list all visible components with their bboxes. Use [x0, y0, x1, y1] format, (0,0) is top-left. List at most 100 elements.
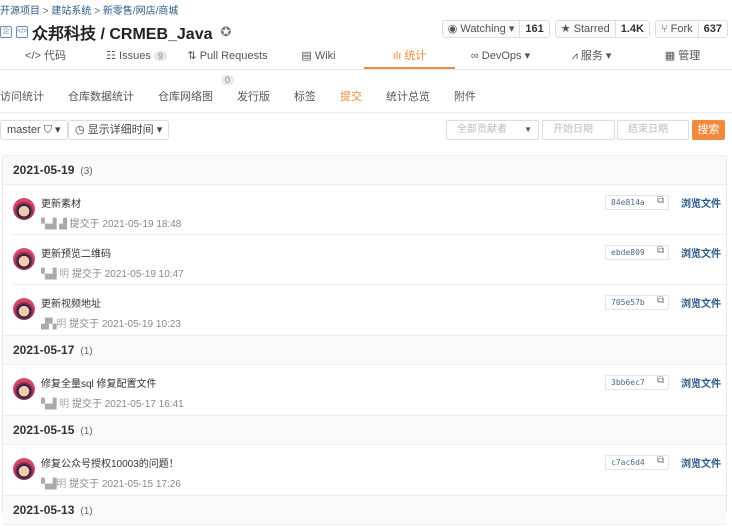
commit-time: 提交于 2021-05-19 18:48 [69, 219, 182, 230]
watch-count[interactable]: 161 [519, 21, 549, 37]
star-count[interactable]: 1.4K [614, 21, 649, 37]
commit-group-header: 2021-05-13 (1) [3, 495, 726, 525]
commit-row: 更新视频地址 ▟▚明 提交于 2021-05-19 10:23 705e57b … [3, 285, 726, 335]
fork-icon: ⑂ Fork [660, 23, 693, 35]
browse-files-link[interactable]: 浏览文件 [681, 375, 721, 390]
commit-message[interactable]: 修复全量sql 修复配置文件 [41, 375, 157, 390]
tab-pull-requests[interactable]: ⇅ Pull Requests 0 [182, 44, 273, 85]
wiki-icon: ▤ [301, 50, 315, 62]
browse-files-link[interactable]: 浏览文件 [681, 455, 721, 470]
commit-author[interactable]: ▚▟ ▟ [41, 219, 67, 230]
avatar[interactable] [13, 458, 35, 480]
end-date-input[interactable]: 结束日期 [617, 120, 689, 140]
breadcrumb-sep: > [42, 6, 49, 17]
group-date: 2021-05-13 [13, 503, 75, 517]
start-date-input[interactable]: 开始日期 [542, 120, 615, 140]
commit-time: 提交于 2021-05-19 10:47 [71, 269, 184, 280]
copy-icon[interactable]: ⧉ [657, 245, 664, 256]
fork-button[interactable]: ⑂ Fork 637 [654, 20, 728, 38]
commit-message[interactable]: 更新预览二维码 [41, 245, 111, 260]
commit-row: 修复全量sql 修复配置文件 ▚▟ 明 提交于 2021-05-17 16:41… [3, 365, 726, 415]
commit-message[interactable]: 更新视频地址 [41, 295, 101, 310]
commit-author[interactable]: ▚▟ 明 [41, 399, 69, 410]
issues-icon: ☷ [106, 50, 120, 62]
subnav-tags[interactable]: 标签 [294, 88, 316, 104]
breadcrumb: 开源项目 > 建站系统 > 新零售/网店/商城 [0, 2, 178, 17]
repo-header: 企 </> 众邦科技 / CRMEB_Java ✪ [0, 20, 231, 44]
commit-meta: ▚▟ ▟ 提交于 2021-05-19 18:48 [41, 215, 181, 230]
caret-down-icon: ▼ [524, 125, 532, 134]
fork-count[interactable]: 637 [697, 21, 727, 37]
subnav-network[interactable]: 仓库网络图 [158, 88, 213, 104]
tab-label: </> 代码 [25, 50, 66, 62]
tab-manage[interactable]: ▦ 管理 [637, 44, 728, 69]
commit-group-header: 2021-05-15 (1) [3, 415, 726, 445]
avatar[interactable] [13, 248, 35, 270]
commit-message[interactable]: 修复公众号授权10003的问题！ [41, 455, 179, 470]
commit-time: 提交于 2021-05-17 16:41 [71, 399, 184, 410]
pulse-icon: ⩘ [571, 50, 581, 62]
copy-icon[interactable]: ⧉ [657, 375, 664, 386]
infinity-icon: ∞ [470, 50, 482, 62]
commit-group-header: 2021-05-19 (3) [3, 155, 726, 185]
code-repo-icon: </> [16, 26, 28, 38]
browse-files-link[interactable]: 浏览文件 [681, 295, 721, 310]
subnav-overview[interactable]: 统计总览 [386, 88, 430, 104]
subnav-visits[interactable]: 访问统计 [0, 88, 44, 104]
subnav-attachments[interactable]: 附件 [454, 88, 476, 104]
copy-icon[interactable]: ⧉ [657, 455, 664, 466]
tab-label: 管理 [678, 50, 701, 62]
star-button[interactable]: ★ Starred 1.4K [554, 20, 650, 38]
branch-select[interactable]: master ⛉ ▾ [0, 120, 68, 140]
subnav-releases[interactable]: 发行版 [237, 88, 270, 104]
browse-files-link[interactable]: 浏览文件 [681, 195, 721, 210]
group-count: (3) [80, 166, 93, 177]
commit-author[interactable]: ▚▟ 明 [41, 269, 69, 280]
enterprise-icon: 企 [0, 26, 12, 38]
avatar[interactable] [13, 378, 35, 400]
manage-icon: ▦ [664, 50, 679, 62]
tab-label: Issues [119, 50, 151, 62]
group-count: (1) [80, 506, 93, 517]
tab-issues[interactable]: ☷ Issues 9 [91, 44, 182, 69]
search-button[interactable]: 搜索 [692, 120, 725, 140]
avatar[interactable] [13, 298, 35, 320]
watch-label: Watching ▾ [460, 23, 515, 35]
breadcrumb-sep: > [94, 6, 101, 17]
commit-group-header: 2021-05-17 (1) [3, 335, 726, 365]
commit-message[interactable]: 更新素材 [41, 195, 81, 210]
eye-icon: ◉ Watching ▾ [447, 23, 515, 35]
contributor-label: 全部贡献者 [457, 124, 507, 135]
contributor-select[interactable]: 全部贡献者 ▼ [446, 120, 539, 140]
start-date-placeholder: 开始日期 [553, 124, 593, 135]
copy-icon[interactable]: ⧉ [657, 295, 664, 306]
subnav-repo-data[interactable]: 仓库数据统计 [68, 88, 134, 104]
tab-devops[interactable]: ∞ DevOps ▾ [455, 44, 546, 69]
breadcrumb-link[interactable]: 开源项目 [0, 6, 40, 17]
tab-label: DevOps ▾ [481, 50, 531, 62]
time-toggle[interactable]: ◷ 显示详细时间 ▾ [68, 120, 170, 140]
breadcrumb-link[interactable]: 建站系统 [51, 6, 91, 17]
subnav-commits[interactable]: 提交 [340, 88, 362, 104]
group-date: 2021-05-19 [13, 163, 75, 177]
tab-stats[interactable]: ılı 统计 [364, 44, 455, 69]
tab-code[interactable]: </> 代码 [0, 44, 91, 69]
chart-icon: ılı [392, 50, 405, 62]
commit-row: 修复公众号授权10003的问题！ ▚▟明 提交于 2021-05-15 17:2… [3, 445, 726, 495]
tab-label: 服务 ▾ [580, 50, 612, 62]
watch-button[interactable]: ◉ Watching ▾ 161 [441, 20, 550, 38]
award-icon: ✪ [220, 24, 232, 39]
tab-services[interactable]: ⩘ 服务 ▾ [546, 44, 637, 69]
commit-author[interactable]: ▚▟明 [41, 479, 66, 490]
stats-subnav: 访问统计 仓库数据统计 仓库网络图 发行版 标签 提交 统计总览 附件 [0, 88, 500, 104]
avatar[interactable] [13, 198, 35, 220]
fork-label: Fork [670, 23, 693, 35]
commit-author[interactable]: ▟▚明 [41, 319, 66, 330]
commit-meta: ▚▟ 明 提交于 2021-05-17 16:41 [41, 395, 184, 410]
star-label: ★ Starred [560, 23, 610, 35]
tab-wiki[interactable]: ▤ Wiki [273, 44, 364, 69]
breadcrumb-link[interactable]: 新零售/网店/商城 [103, 6, 179, 17]
repo-title[interactable]: 众邦科技 / CRMEB_Java [32, 20, 213, 44]
browse-files-link[interactable]: 浏览文件 [681, 245, 721, 260]
copy-icon[interactable]: ⧉ [657, 195, 664, 206]
